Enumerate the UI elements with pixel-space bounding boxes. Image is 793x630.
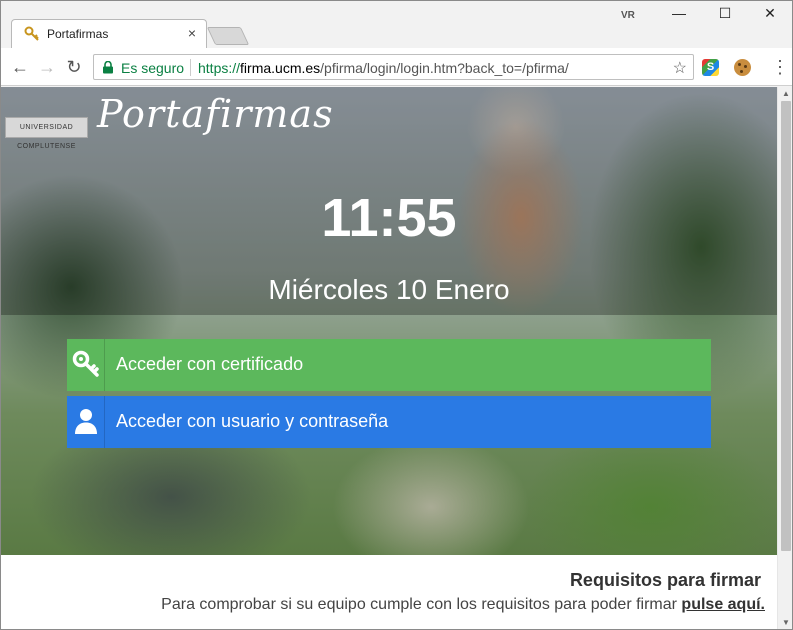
back-button[interactable]: ← [9, 56, 31, 78]
extension-s-icon[interactable]: S [702, 59, 719, 76]
close-window-button[interactable]: ✕ [748, 5, 792, 27]
vertical-scrollbar[interactable]: ▲ ▼ [777, 87, 792, 629]
new-tab-button[interactable] [206, 27, 250, 45]
scroll-down-icon[interactable]: ▼ [782, 618, 790, 627]
scroll-up-icon[interactable]: ▲ [782, 89, 790, 98]
star-icon[interactable]: ☆ [673, 58, 687, 78]
reload-button[interactable]: ↻ [63, 56, 85, 78]
scroll-thumb[interactable] [781, 101, 791, 551]
date: Miércoles 10 Enero [268, 274, 510, 305]
url-host: firma.ucm.es [240, 60, 321, 76]
profile-badge[interactable]: VR [621, 10, 635, 21]
portafirmas-logo: Portafirmas [97, 92, 334, 136]
page-content: UNIVERSIDAD COMPLUTENSE Portafirmas 11:5… [1, 87, 777, 629]
url-scheme: https:// [198, 60, 241, 76]
close-tab-icon[interactable]: × [188, 25, 196, 41]
cookie-icon[interactable] [734, 59, 751, 76]
maximize-button[interactable]: ☐ [703, 5, 747, 27]
user-icon [67, 396, 105, 448]
tab-portafirmas[interactable]: Portafirmas × [11, 19, 207, 48]
certificate-login-label: Acceder con certificado [116, 354, 304, 374]
key-icon [24, 26, 40, 42]
url-text[interactable]: https://firma.ucm.es/pfirma/login/login.… [198, 60, 569, 76]
browser-toolbar: ← → ↻ Es seguro https://firma.ucm.es/pfi… [1, 48, 792, 86]
requirements-link[interactable]: pulse aquí. [681, 596, 765, 613]
certificate-login-button[interactable]: Acceder con certificado [67, 339, 711, 391]
minimize-button[interactable]: — [657, 5, 701, 27]
requirements-text: Para comprobar si su equipo cumple con l… [161, 596, 765, 614]
hero-background: UNIVERSIDAD COMPLUTENSE Portafirmas 11:5… [1, 87, 777, 555]
ucm-logo: UNIVERSIDAD COMPLUTENSE [5, 117, 88, 150]
clock: 11:55 [321, 188, 457, 248]
tab-strip: Portafirmas × VR — ☐ ✕ [1, 1, 792, 48]
user-password-login-button[interactable]: Acceder con usuario y contraseña [67, 396, 711, 448]
browser-window: Portafirmas × VR — ☐ ✕ ← → ↻ Es seguro h… [0, 0, 793, 630]
omnibox-divider [190, 59, 191, 76]
requirements-description: Para comprobar si su equipo cumple con l… [161, 596, 682, 613]
address-bar[interactable]: Es seguro https://firma.ucm.es/pfirma/lo… [93, 54, 694, 80]
requirements-section: Requisitos para firmar Para comprobar si… [1, 555, 777, 629]
requirements-title: Requisitos para firmar [569, 570, 761, 590]
key-icon [67, 339, 105, 391]
user-password-login-label: Acceder con usuario y contraseña [116, 411, 389, 431]
tab-title: Portafirmas [47, 27, 109, 41]
url-path: /pfirma/login/login.htm?back_to=/pfirma/ [320, 60, 569, 76]
lock-icon [102, 60, 114, 74]
forward-button[interactable]: → [36, 56, 58, 78]
secure-label: Es seguro [121, 60, 185, 76]
menu-icon[interactable]: ⋮ [771, 56, 789, 78]
